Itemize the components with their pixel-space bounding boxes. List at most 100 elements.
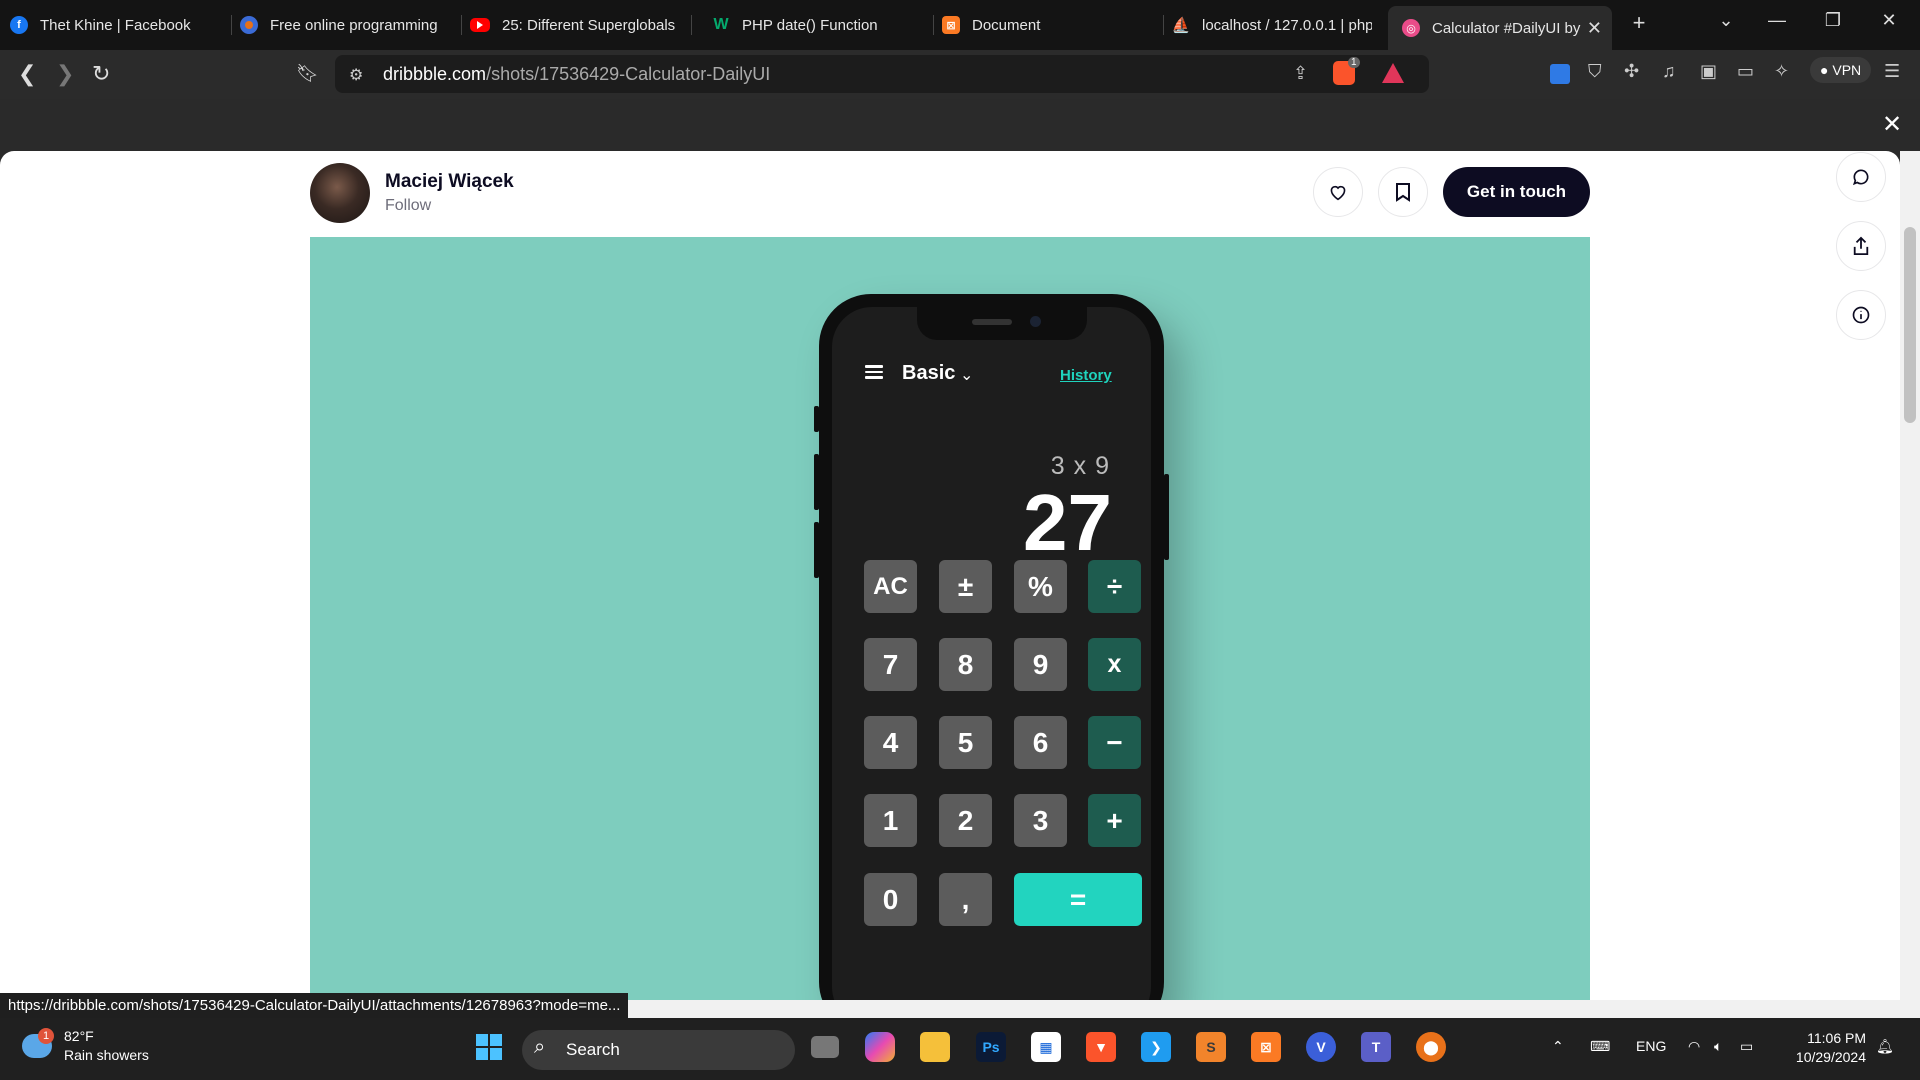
menu-icon[interactable]: ☰ <box>1884 61 1900 82</box>
notifications-bell-icon[interactable]: 🔔︎ <box>1876 1038 1894 1055</box>
vpn-button[interactable]: ● VPN <box>1810 57 1872 83</box>
tab-search-chevron-icon[interactable]: ⌄ <box>1711 10 1741 31</box>
wifi-icon[interactable]: ◠ <box>1688 1038 1700 1055</box>
battery-icon[interactable]: ▭ <box>1740 1038 1753 1055</box>
task-view-icon[interactable] <box>811 1036 839 1058</box>
media-icon[interactable]: ♫ <box>1662 61 1676 82</box>
key-2[interactable]: 2 <box>939 794 992 847</box>
tab-facebook[interactable]: f Thet Khine | Facebook <box>10 6 232 44</box>
key-4[interactable]: 4 <box>864 716 917 769</box>
like-button[interactable] <box>1313 167 1363 217</box>
author-name[interactable]: Maciej Wiącek <box>385 171 514 193</box>
sublime-text-icon[interactable]: S <box>1196 1032 1226 1062</box>
file-explorer-icon[interactable] <box>920 1032 950 1062</box>
sidebar-icon[interactable]: ▣ <box>1700 61 1717 82</box>
key-6[interactable]: 6 <box>1014 716 1067 769</box>
page-content: ✕ Maciej Wiącek Follow Get in touch Basi… <box>0 99 1920 1018</box>
start-button[interactable] <box>474 1032 504 1062</box>
language-indicator[interactable]: ENG <box>1636 1038 1666 1054</box>
tab-title: Free online programming <box>270 16 438 34</box>
bitwarden-icon[interactable]: ⛉ <box>1588 61 1602 82</box>
close-tab-icon[interactable]: ✕ <box>1587 18 1602 39</box>
key-7[interactable]: 7 <box>864 638 917 691</box>
share-icon <box>1853 236 1869 255</box>
tab-w3schools[interactable]: W PHP date() Function <box>712 6 934 44</box>
key-comma[interactable]: , <box>939 873 992 926</box>
keyboard-icon[interactable]: ⌨ <box>1590 1038 1610 1055</box>
tab-title: Thet Khine | Facebook <box>40 16 191 34</box>
tab-phpmyadmin[interactable]: ⛵ localhost / 127.0.0.1 | php <box>1172 6 1372 44</box>
copilot-icon[interactable] <box>865 1032 895 1062</box>
browser-toolbar: ❮ ❯ ↻ 🔖︎ ⚙ dribbble.com/shots/17536429-C… <box>0 50 1920 99</box>
wallet-icon[interactable]: ▭ <box>1737 61 1754 82</box>
search-label: Search <box>566 1040 620 1059</box>
history-link[interactable]: History <box>1060 367 1112 384</box>
url-text[interactable]: dribbble.com/shots/17536429-Calculator-D… <box>383 64 770 85</box>
key-equals[interactable]: = <box>1014 873 1142 926</box>
photoshop-icon[interactable]: Ps <box>976 1032 1006 1062</box>
restore-button[interactable]: ❐ <box>1818 10 1848 31</box>
w3schools-icon: W <box>713 16 729 33</box>
key-multiply[interactable]: x <box>1088 638 1141 691</box>
fl-studio-icon[interactable]: ⬤ <box>1416 1032 1446 1062</box>
site-settings-icon[interactable]: ⚙ <box>349 65 363 85</box>
key-plus[interactable]: + <box>1088 794 1141 847</box>
tab-youtube[interactable]: 25: Different Superglobals <box>470 6 692 44</box>
address-bar[interactable]: ⚙ dribbble.com/shots/17536429-Calculator… <box>335 55 1429 93</box>
mode-selector[interactable]: Basic <box>902 362 955 385</box>
microsoft-store-icon[interactable]: ▦ <box>1031 1032 1061 1062</box>
author-avatar[interactable] <box>310 163 370 223</box>
key-9[interactable]: 9 <box>1014 638 1067 691</box>
key-divide[interactable]: ÷ <box>1088 560 1141 613</box>
key-minus[interactable]: − <box>1088 716 1141 769</box>
tab-document[interactable]: ⊠ Document <box>942 6 1164 44</box>
share-icon[interactable]: ⇪ <box>1293 63 1308 84</box>
info-button[interactable] <box>1836 290 1886 340</box>
reload-button[interactable]: ↻ <box>92 61 110 87</box>
key-5[interactable]: 5 <box>939 716 992 769</box>
key-ac[interactable]: AC <box>864 560 917 613</box>
result-display: 27 <box>1023 478 1112 567</box>
vimeo-icon[interactable]: V <box>1306 1032 1336 1062</box>
vscode-icon[interactable]: ❯ <box>1141 1032 1171 1062</box>
key-0[interactable]: 0 <box>864 873 917 926</box>
minimize-button[interactable]: — <box>1762 10 1792 31</box>
key-plus-minus[interactable]: ± <box>939 560 992 613</box>
share-button[interactable] <box>1836 221 1886 271</box>
save-button[interactable] <box>1378 167 1428 217</box>
taskbar-search[interactable]: ⌕ Search <box>522 1030 795 1070</box>
follow-link[interactable]: Follow <box>385 197 431 215</box>
clock[interactable]: 11:06 PM 10/29/2024 <box>1786 1029 1866 1067</box>
hamburger-menu-icon[interactable] <box>865 365 883 379</box>
back-button[interactable]: ❮ <box>18 61 36 87</box>
shields-badge: 1 <box>1348 57 1360 68</box>
leo-ai-icon[interactable]: ✧ <box>1774 61 1789 82</box>
bookmark-icon[interactable]: 🔖︎ <box>296 63 319 84</box>
extensions-icon[interactable]: ✣ <box>1624 61 1639 82</box>
vertical-scrollbar[interactable] <box>1900 151 1920 1018</box>
tab-programming[interactable]: Free online programming <box>240 6 462 44</box>
show-hidden-icons-chevron-icon[interactable]: ⌃ <box>1552 1038 1564 1055</box>
chevron-down-icon[interactable]: ⌄ <box>960 365 973 385</box>
close-modal-icon[interactable]: ✕ <box>1882 110 1902 139</box>
windows-taskbar: 1 82°F Rain showers ⌕ Search Ps ▦ ▼ ❯ S … <box>0 1018 1920 1080</box>
key-8[interactable]: 8 <box>939 638 992 691</box>
key-1[interactable]: 1 <box>864 794 917 847</box>
teams-icon[interactable]: T <box>1361 1032 1391 1062</box>
download-extension-icon[interactable] <box>1550 64 1570 84</box>
volume-icon[interactable]: 🔈︎ <box>1714 1038 1722 1055</box>
key-percent[interactable]: % <box>1014 560 1067 613</box>
get-in-touch-button[interactable]: Get in touch <box>1443 167 1590 217</box>
forward-button[interactable]: ❯ <box>56 61 74 87</box>
tab-dribbble-active[interactable]: ◎ Calculator #DailyUI by ✕ <box>1388 6 1612 50</box>
brave-rewards-icon[interactable] <box>1382 63 1404 83</box>
shot-modal: Maciej Wiącek Follow Get in touch Basic … <box>0 151 1900 1018</box>
xampp-icon[interactable]: ⊠ <box>1251 1032 1281 1062</box>
new-tab-button[interactable]: + <box>1624 10 1654 36</box>
dribbble-icon: ◎ <box>1402 19 1420 37</box>
comments-button[interactable] <box>1836 152 1886 202</box>
brave-icon[interactable]: ▼ <box>1086 1032 1116 1062</box>
close-window-button[interactable]: ✕ <box>1874 10 1904 31</box>
shot-image: Basic ⌄ History 3 x 9 27 AC ± % ÷ 7 8 9 … <box>310 237 1590 1018</box>
key-3[interactable]: 3 <box>1014 794 1067 847</box>
